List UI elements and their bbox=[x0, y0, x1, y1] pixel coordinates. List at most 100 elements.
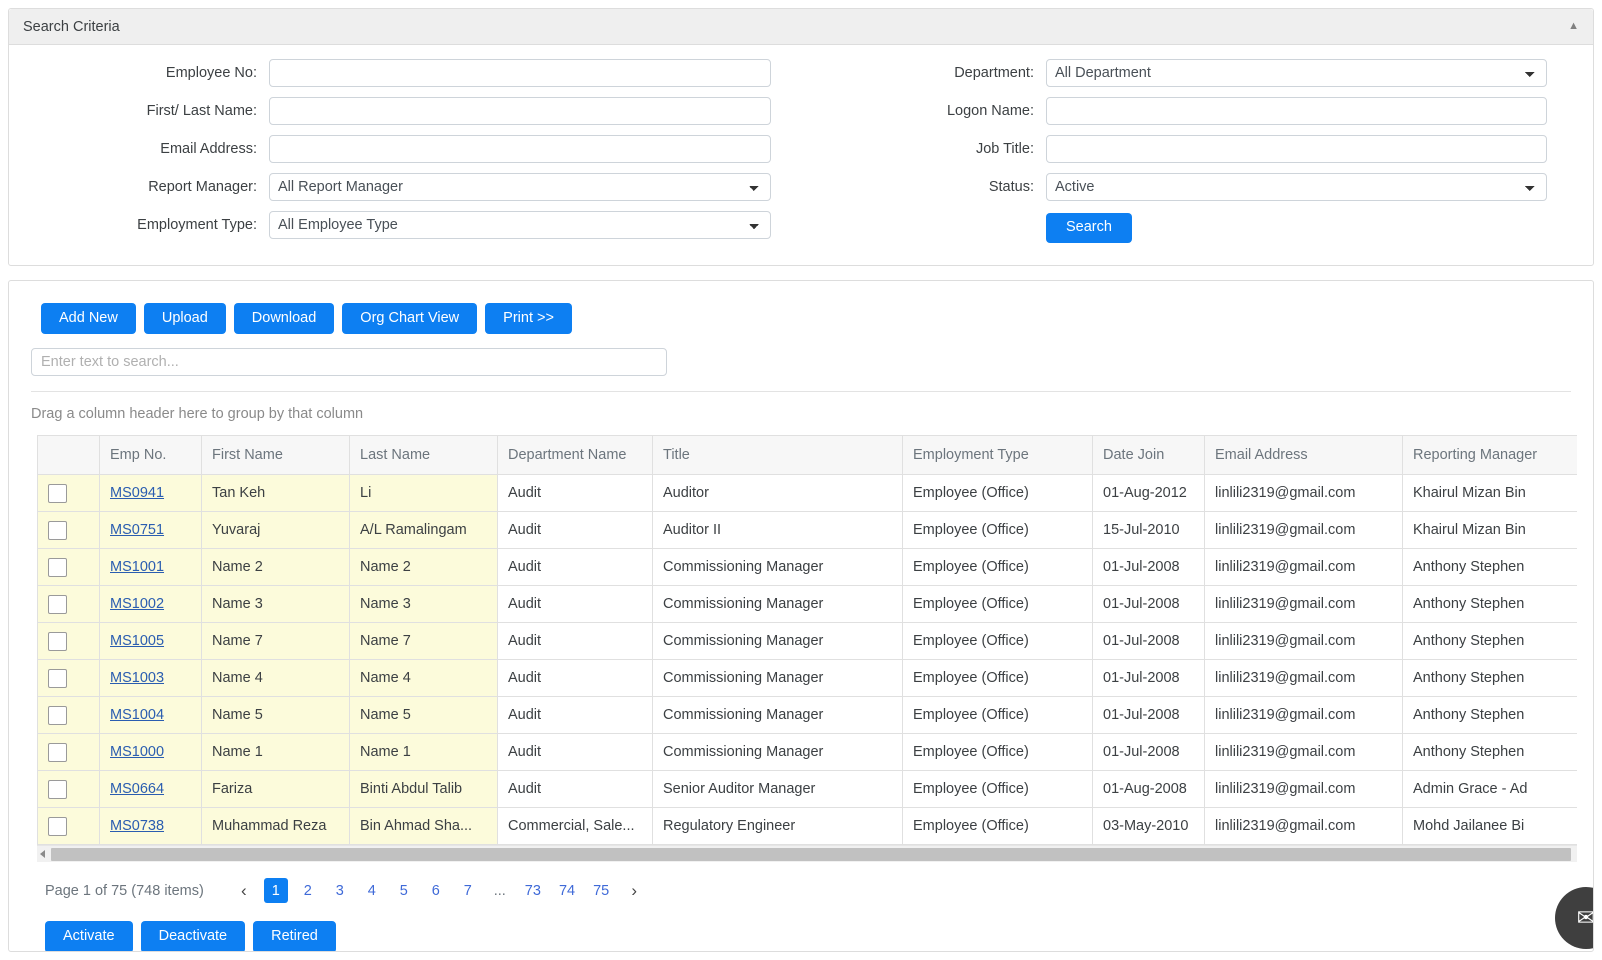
search-button[interactable]: Search bbox=[1046, 213, 1132, 243]
column-header-title[interactable]: Title bbox=[652, 435, 903, 476]
row-checkbox[interactable] bbox=[48, 557, 67, 577]
column-header-select[interactable] bbox=[37, 435, 100, 476]
add-new-button[interactable]: Add New bbox=[41, 303, 136, 335]
upload-button[interactable]: Upload bbox=[143, 303, 226, 335]
row-checkbox[interactable] bbox=[48, 779, 67, 799]
print-button[interactable]: Print >> bbox=[485, 303, 572, 335]
cell-date-join: 15-Jul-2010 bbox=[1092, 511, 1205, 550]
pagination-next[interactable]: › bbox=[622, 878, 646, 903]
cell-email-address: linlili2319@gmail.com bbox=[1204, 511, 1403, 550]
pagination-page[interactable]: 5 bbox=[392, 878, 416, 903]
row-select-cell[interactable] bbox=[37, 548, 100, 587]
download-button[interactable]: Download bbox=[233, 303, 335, 335]
emp-no-link[interactable]: MS0664 bbox=[110, 781, 164, 797]
table-row[interactable]: MS0664 Fariza Binti Abdul Talib Audit Senior… bbox=[37, 770, 1577, 809]
scroll-left-arrow-icon[interactable] bbox=[40, 850, 45, 859]
table-row[interactable]: MS1003 Name 4 Name 4 Audit Commissioning Man… bbox=[37, 659, 1577, 698]
column-header-first-name[interactable]: First Name bbox=[201, 435, 350, 476]
row-checkbox[interactable] bbox=[48, 668, 67, 688]
table-row[interactable]: MS0751 Yuvaraj A/L Ramalingam Audit Auditor … bbox=[37, 511, 1577, 550]
table-row[interactable]: MS1004 Name 5 Name 5 Audit Commissioning Man… bbox=[37, 696, 1577, 735]
row-select-cell[interactable] bbox=[37, 585, 100, 624]
row-checkbox[interactable] bbox=[48, 520, 67, 540]
employee-no-input[interactable] bbox=[269, 59, 771, 87]
emp-no-link[interactable]: MS1001 bbox=[110, 559, 164, 575]
employment-type-select[interactable]: All Employee Type bbox=[269, 211, 771, 239]
row-checkbox[interactable] bbox=[48, 631, 67, 651]
cell-employment-type: Employee (Office) bbox=[902, 622, 1093, 661]
cell-title: Commissioning Manager bbox=[652, 622, 903, 661]
emp-no-link[interactable]: MS1002 bbox=[110, 596, 164, 612]
column-header-emp-no[interactable]: Emp No. bbox=[99, 435, 202, 476]
email-address-input[interactable] bbox=[269, 135, 771, 163]
row-select-cell[interactable] bbox=[37, 474, 100, 513]
emp-no-link[interactable]: MS0941 bbox=[110, 485, 164, 501]
job-title-input[interactable] bbox=[1046, 135, 1547, 163]
table-row[interactable]: MS1000 Name 1 Name 1 Audit Commissioning Man… bbox=[37, 733, 1577, 772]
row-select-cell[interactable] bbox=[37, 659, 100, 698]
column-header-date-join[interactable]: Date Join bbox=[1092, 435, 1205, 476]
emp-no-link[interactable]: MS1000 bbox=[110, 744, 164, 760]
first-last-name-wrap bbox=[269, 97, 771, 125]
table-row[interactable]: MS0738 Muhammad Reza Bin Ahmad Sha... Comme… bbox=[37, 807, 1577, 846]
cell-department-name: Audit bbox=[497, 585, 653, 624]
pagination-prev[interactable]: ‹ bbox=[232, 878, 256, 903]
table-body: MS0941 Tan Keh Li Audit Auditor Employee (Off… bbox=[37, 474, 1577, 846]
row-select-cell[interactable] bbox=[37, 696, 100, 735]
column-header-reporting-manager[interactable]: Reporting Manager bbox=[1402, 435, 1577, 476]
grid-search-input[interactable] bbox=[31, 348, 667, 377]
emp-no-link[interactable]: MS1005 bbox=[110, 633, 164, 649]
label-employment-type: Employment Type: bbox=[137, 217, 257, 233]
row-select-cell[interactable] bbox=[37, 622, 100, 661]
status-select[interactable]: Active bbox=[1046, 173, 1547, 201]
search-criteria-header[interactable]: Search Criteria ▲ bbox=[9, 9, 1593, 45]
column-header-department-name[interactable]: Department Name bbox=[497, 435, 653, 476]
group-by-hint[interactable]: Drag a column header here to group by th… bbox=[31, 391, 1571, 422]
pagination-page[interactable]: 4 bbox=[360, 878, 384, 903]
pagination-page[interactable]: 73 bbox=[520, 878, 546, 903]
pagination-page[interactable]: 3 bbox=[328, 878, 352, 903]
emp-no-link[interactable]: MS0738 bbox=[110, 818, 164, 834]
table-row[interactable]: MS1001 Name 2 Name 2 Audit Commissioning Man… bbox=[37, 548, 1577, 587]
logon-name-input[interactable] bbox=[1046, 97, 1547, 125]
deactivate-button[interactable]: Deactivate bbox=[140, 921, 246, 951]
row-select-cell[interactable] bbox=[37, 807, 100, 846]
pagination-page[interactable]: 6 bbox=[424, 878, 448, 903]
row-checkbox[interactable] bbox=[48, 594, 67, 614]
row-checkbox[interactable] bbox=[48, 816, 67, 836]
row-select-cell[interactable] bbox=[37, 770, 100, 809]
cell-email-address: linlili2319@gmail.com bbox=[1204, 622, 1403, 661]
row-select-cell[interactable] bbox=[37, 511, 100, 550]
table-row[interactable]: MS1005 Name 7 Name 7 Audit Commissioning Man… bbox=[37, 622, 1577, 661]
column-header-employment-type[interactable]: Employment Type bbox=[902, 435, 1093, 476]
grid-horizontal-scrollbar[interactable] bbox=[37, 845, 1577, 863]
emp-no-link[interactable]: MS1003 bbox=[110, 670, 164, 686]
pagination-page[interactable]: 7 bbox=[456, 878, 480, 903]
emp-no-link[interactable]: MS0751 bbox=[110, 522, 164, 538]
row-checkbox[interactable] bbox=[48, 705, 67, 725]
pagination-page[interactable]: 1 bbox=[263, 878, 288, 904]
grid-search-wrap bbox=[9, 334, 1593, 377]
pagination-page[interactable]: 75 bbox=[588, 878, 614, 903]
search-left-column: Employee No: First/ Last Name: Email Add… bbox=[9, 59, 801, 249]
org-chart-view-button[interactable]: Org Chart View bbox=[342, 303, 478, 335]
scrollbar-thumb[interactable] bbox=[51, 848, 1571, 862]
table-row[interactable]: MS1002 Name 3 Name 3 Audit Commissioning Man… bbox=[37, 585, 1577, 624]
emp-no-link[interactable]: MS1004 bbox=[110, 707, 164, 723]
column-header-email-address[interactable]: Email Address bbox=[1204, 435, 1403, 476]
retired-button[interactable]: Retired bbox=[253, 921, 336, 951]
column-header-last-name[interactable]: Last Name bbox=[349, 435, 498, 476]
chevron-up-icon[interactable]: ▲ bbox=[1568, 21, 1579, 32]
cell-employment-type: Employee (Office) bbox=[902, 807, 1093, 846]
report-manager-select[interactable]: All Report Manager bbox=[269, 173, 771, 201]
first-last-name-input[interactable] bbox=[269, 97, 771, 125]
table-row[interactable]: MS0941 Tan Keh Li Audit Auditor Employee (Off… bbox=[37, 474, 1577, 513]
pagination-page[interactable]: 2 bbox=[296, 878, 320, 903]
cell-date-join: 01-Jul-2008 bbox=[1092, 585, 1205, 624]
row-checkbox[interactable] bbox=[48, 742, 67, 762]
row-checkbox[interactable] bbox=[48, 483, 67, 503]
pagination-page[interactable]: 74 bbox=[554, 878, 580, 903]
department-select[interactable]: All Department bbox=[1046, 59, 1547, 87]
row-select-cell[interactable] bbox=[37, 733, 100, 772]
activate-button[interactable]: Activate bbox=[45, 921, 133, 951]
